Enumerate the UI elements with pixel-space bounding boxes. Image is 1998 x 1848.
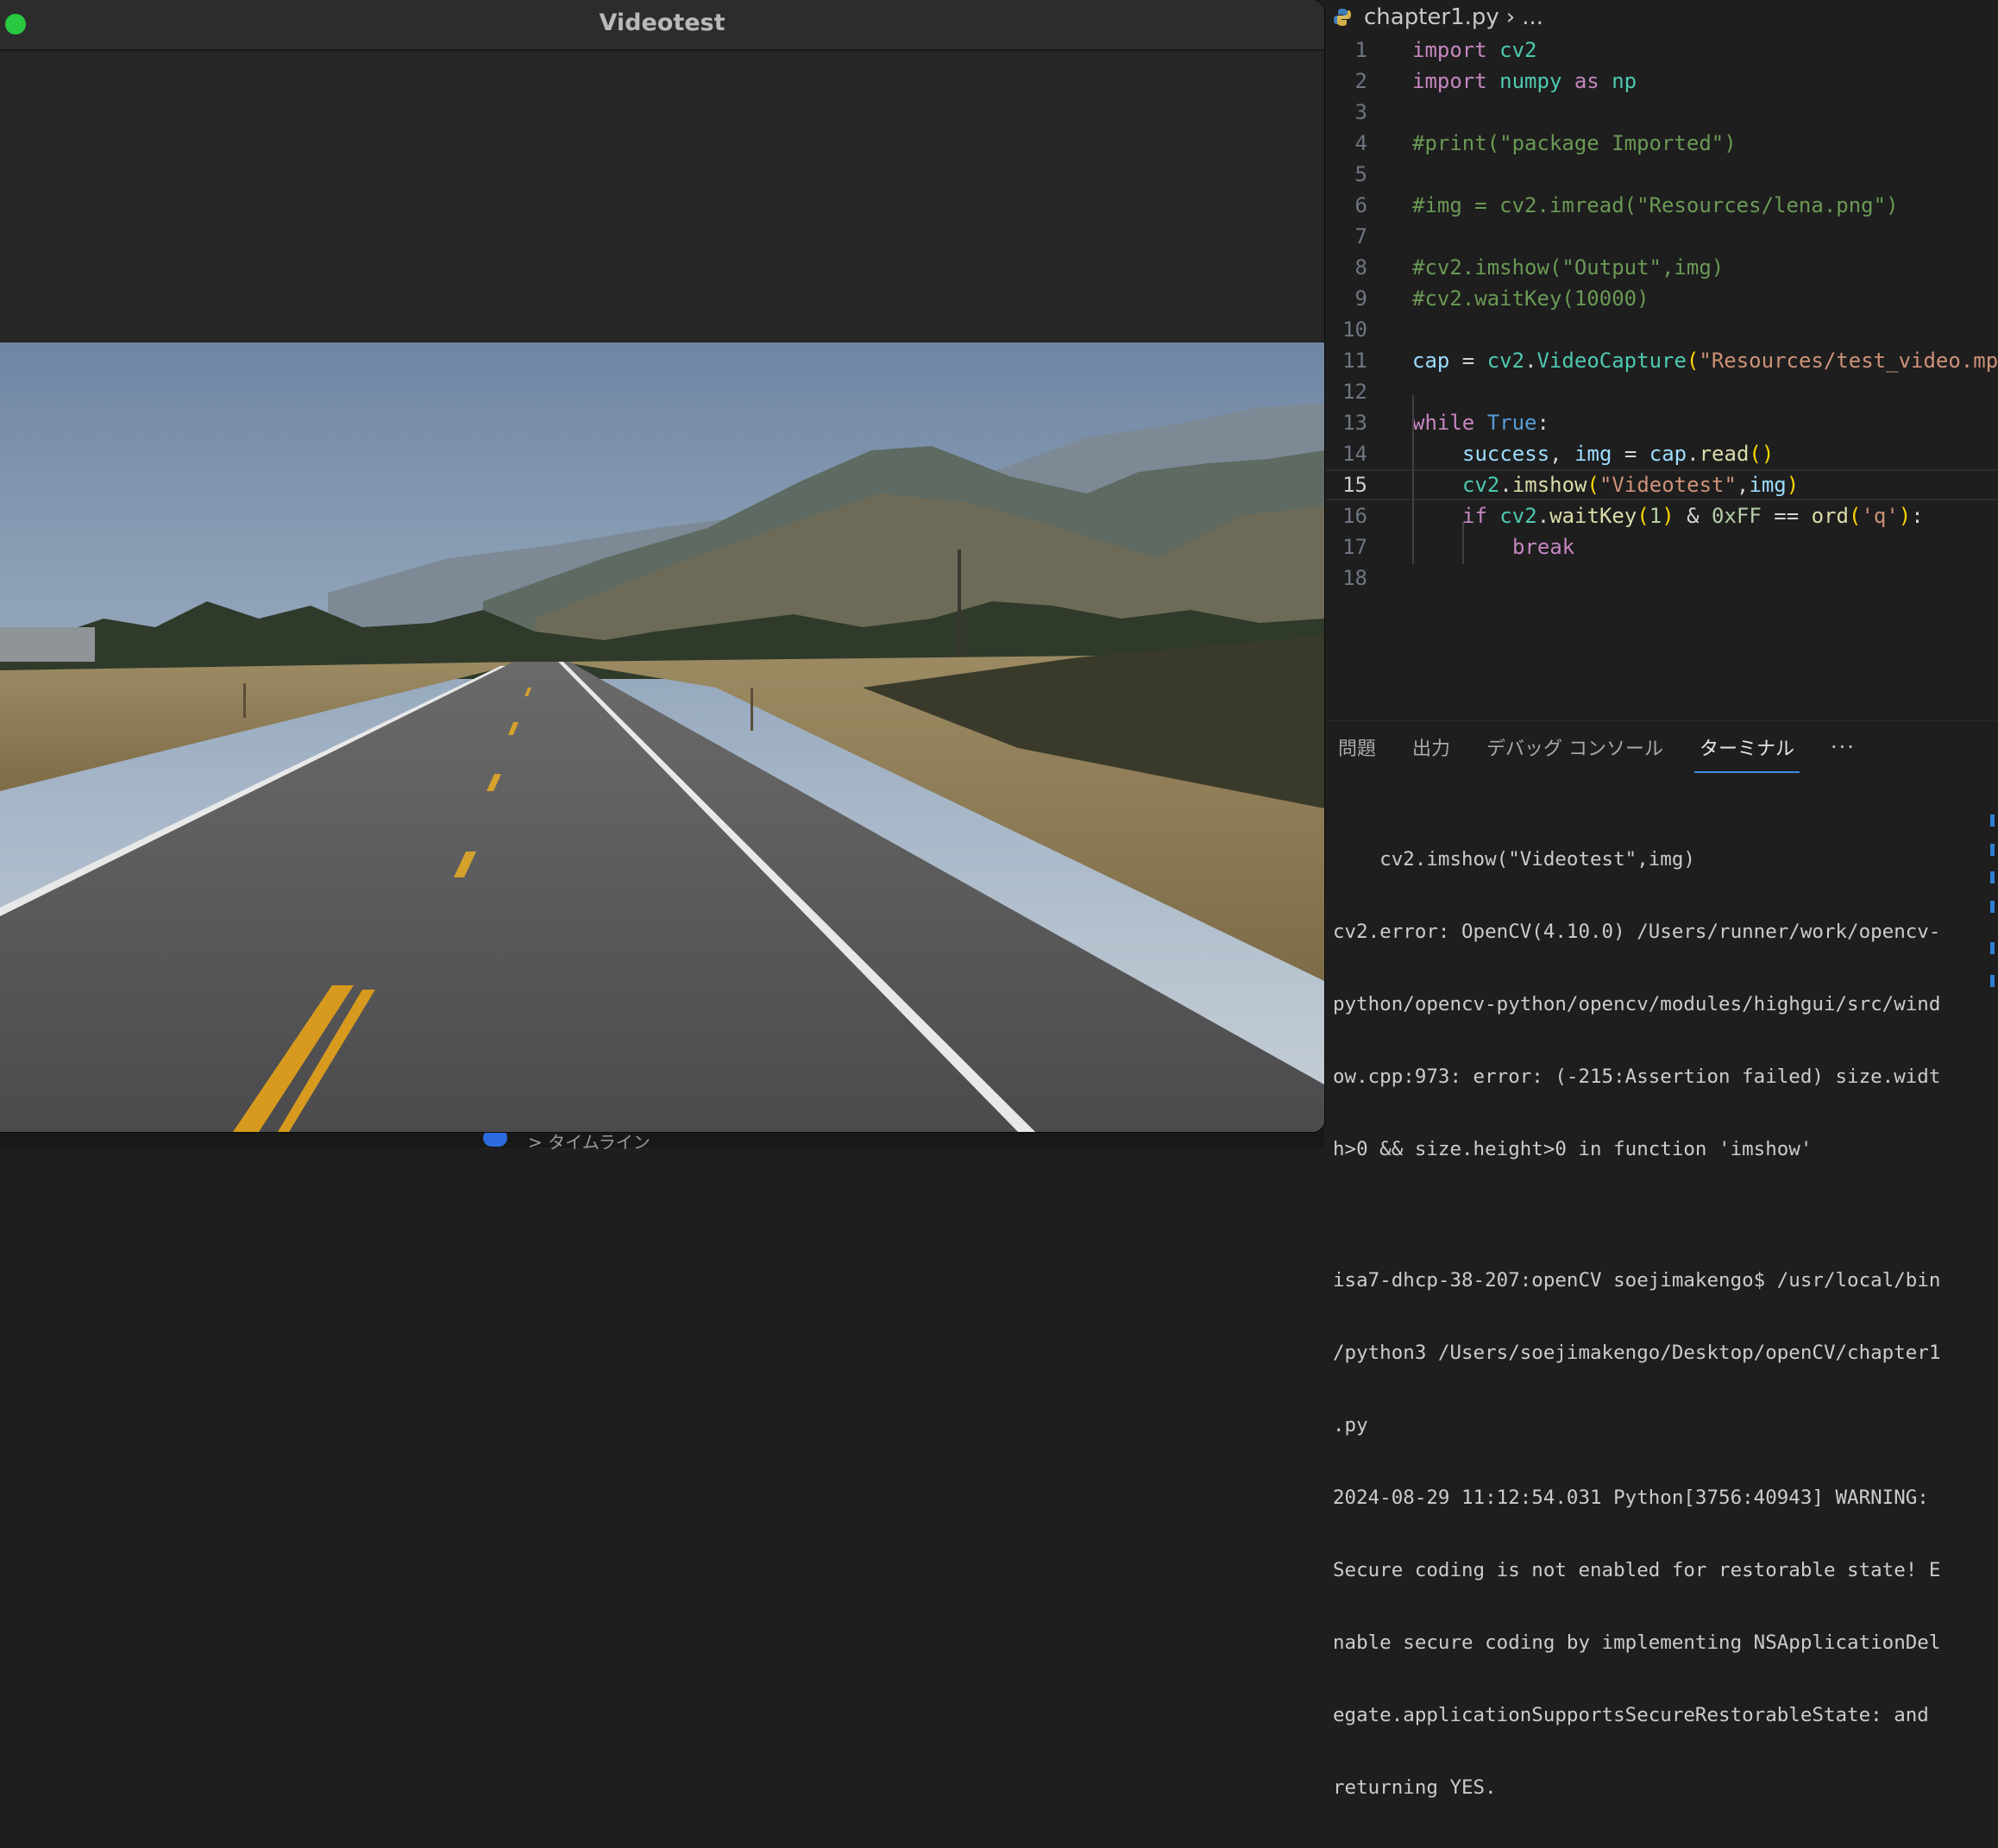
tab-terminal[interactable]: ターミナル xyxy=(1694,728,1800,773)
line-number: 4 xyxy=(1354,131,1367,155)
bottom-panel[interactable]: 問題 出力 デバッグ コンソール ターミナル ··· cv2.imshow("V… xyxy=(1326,720,1998,1799)
video-window-titlebar[interactable]: Videotest xyxy=(0,0,1324,51)
line-number: 12 xyxy=(1342,380,1367,404)
code-line[interactable]: 18 xyxy=(1326,563,1998,594)
breadcrumb-file[interactable]: chapter1.py xyxy=(1364,4,1499,30)
python-file-icon xyxy=(1334,9,1351,26)
terminal-line: python/opencv-python/opencv/modules/high… xyxy=(1333,993,1941,1015)
code-line[interactable]: 10 xyxy=(1326,314,1998,345)
line-number: 8 xyxy=(1354,255,1367,280)
line-number: 16 xyxy=(1342,504,1367,528)
line-number: 6 xyxy=(1354,193,1367,217)
code-line[interactable]: 2 import numpy as np xyxy=(1326,66,1998,97)
line-number: 15 xyxy=(1342,473,1367,497)
line-number: 14 xyxy=(1342,442,1367,466)
line-number: 3 xyxy=(1354,100,1367,124)
tab-output[interactable]: 出力 xyxy=(1407,728,1455,766)
indent-guide xyxy=(1412,395,1414,564)
code-line[interactable]: 1 import cv2 xyxy=(1326,35,1998,66)
terminal-output[interactable]: cv2.imshow("Videotest",img) cv2.error: O… xyxy=(1333,799,1989,1848)
code-editor[interactable]: chapter1.py › ... 1 import cv2 2 import nu… xyxy=(1326,0,1998,720)
code-lines[interactable]: 1 import cv2 2 import numpy as np 3 4 #prin… xyxy=(1326,35,1998,594)
scroll-marker xyxy=(1990,871,1995,883)
tab-problems[interactable]: 問題 xyxy=(1333,728,1381,766)
terminal-line: ow.cpp:973: error: (-215:Assertion faile… xyxy=(1333,1065,1941,1088)
road-video-image xyxy=(0,343,1324,1132)
code-line[interactable]: 16 if cv2.waitKey(1) & 0xFF == ord('q'): xyxy=(1326,500,1998,531)
line-number: 18 xyxy=(1342,566,1367,590)
code-line[interactable]: 5 xyxy=(1326,159,1998,190)
scroll-marker xyxy=(1990,975,1995,987)
scroll-marker xyxy=(1990,814,1995,827)
scroll-marker xyxy=(1990,942,1995,954)
notification-badge xyxy=(483,1129,507,1147)
line-number: 7 xyxy=(1354,224,1367,248)
code-line[interactable]: 6 #img = cv2.imread("Resources/lena.png") xyxy=(1326,190,1998,221)
terminal-line: cv2.imshow("Videotest",img) xyxy=(1333,848,1695,871)
terminal-line: h>0 && size.height>0 in function 'imshow… xyxy=(1333,1138,1813,1160)
code-line[interactable]: 13 while True: xyxy=(1326,407,1998,438)
chevron-right-icon: › xyxy=(1505,4,1516,30)
indent-guide xyxy=(1462,521,1464,564)
terminal-line: isa7-dhcp-38-207:openCV soejimakengo$ /u… xyxy=(1333,1269,1941,1292)
code-line[interactable]: 7 xyxy=(1326,221,1998,252)
code-line[interactable]: 14 success, img = cap.read() xyxy=(1326,438,1998,469)
line-number: 17 xyxy=(1342,535,1367,559)
code-line[interactable]: 17 break xyxy=(1326,531,1998,563)
terminal-line: cv2.error: OpenCV(4.10.0) /Users/runner/… xyxy=(1333,921,1941,943)
terminal-line: /python3 /Users/soejimakengo/Desktop/ope… xyxy=(1333,1342,1941,1364)
code-line[interactable]: 11 cap = cv2.VideoCapture("Resources/test… xyxy=(1326,345,1998,376)
terminal-blank xyxy=(1333,1210,1989,1220)
terminal-scroll-markers xyxy=(1989,814,1995,1116)
line-number: 2 xyxy=(1354,69,1367,93)
terminal-line: returning YES. xyxy=(1333,1776,1497,1799)
scroll-marker xyxy=(1990,844,1995,856)
breadcrumb[interactable]: chapter1.py › ... xyxy=(1333,2,1543,33)
terminal-line: 2024-08-29 11:12:54.031 Python[3756:4094… xyxy=(1333,1487,1929,1509)
code-line[interactable]: 8 #cv2.imshow("Output",img) xyxy=(1326,252,1998,283)
video-frame xyxy=(0,343,1324,1132)
line-number: 10 xyxy=(1342,317,1367,342)
video-letterbox xyxy=(0,51,1324,343)
scroll-marker xyxy=(1990,901,1995,913)
line-number: 13 xyxy=(1342,411,1367,435)
line-number: 5 xyxy=(1354,162,1367,186)
breadcrumb-more[interactable]: ... xyxy=(1522,4,1543,30)
window-title: Videotest xyxy=(599,9,726,36)
terminal-line: .py xyxy=(1333,1414,1368,1436)
tab-debug-console[interactable]: デバッグ コンソール xyxy=(1481,728,1668,766)
code-line[interactable]: 9 #cv2.waitKey(10000) xyxy=(1326,283,1998,314)
line-number: 11 xyxy=(1342,349,1367,373)
line-number: 1 xyxy=(1354,38,1367,62)
panel-tabs[interactable]: 問題 出力 デバッグ コンソール ターミナル ··· xyxy=(1326,721,1880,773)
code-line-active[interactable]: 15 cv2.imshow("Videotest",img) xyxy=(1326,469,1998,500)
terminal-line: egate.applicationSupportsSecureRestorabl… xyxy=(1333,1704,1929,1726)
terminal-line: Secure coding is not enabled for restora… xyxy=(1333,1559,1941,1581)
video-window[interactable]: Videotest xyxy=(0,0,1324,1132)
code-line[interactable]: 12 xyxy=(1326,376,1998,407)
line-number: 9 xyxy=(1354,286,1367,311)
code-line[interactable]: 4 #print("package Imported") xyxy=(1326,128,1998,159)
more-icon[interactable]: ··· xyxy=(1825,730,1861,764)
timeline-section[interactable]: > タイムライン xyxy=(528,1128,650,1153)
code-line[interactable]: 3 xyxy=(1326,97,1998,128)
terminal-line: nable secure coding by implementing NSAp… xyxy=(1333,1631,1941,1654)
